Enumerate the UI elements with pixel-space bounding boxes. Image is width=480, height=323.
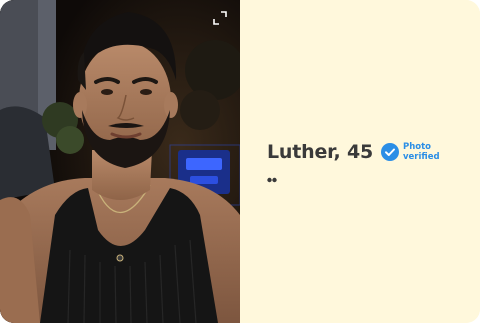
quote-icon <box>267 177 277 183</box>
verified-check-icon <box>380 143 399 161</box>
profile-photo-image <box>0 0 240 323</box>
profile-photo[interactable] <box>0 0 240 323</box>
profile-name-age: Luther, 45 <box>267 141 373 163</box>
expand-icon[interactable] <box>210 8 230 28</box>
photo-verified-label: Photo verified <box>402 142 440 162</box>
name-row: Luther, 45 Photo verified <box>267 141 447 163</box>
profile-card[interactable]: Luther, 45 Photo verified <box>0 0 480 323</box>
profile-info: Luther, 45 Photo verified <box>240 0 480 323</box>
